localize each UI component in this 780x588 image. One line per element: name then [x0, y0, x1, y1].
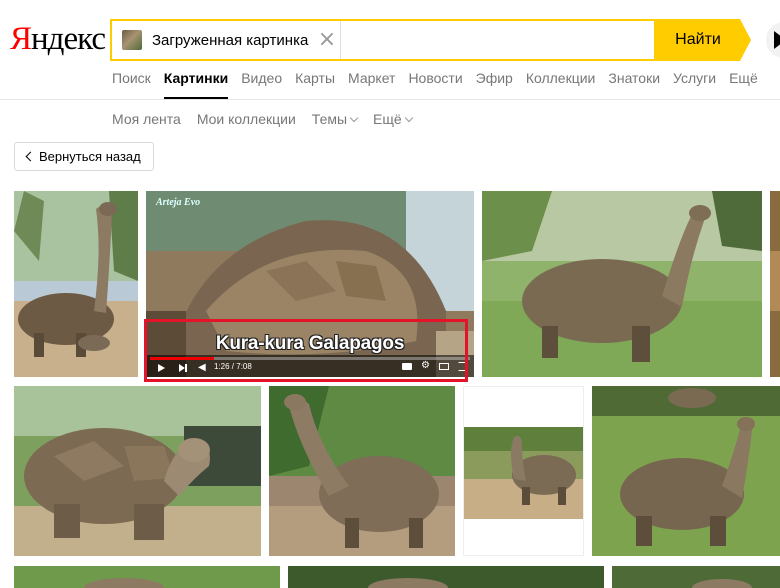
service-tabs: Поиск Картинки Видео Карты Маркет Новост… [112, 67, 771, 99]
image-result-3[interactable] [482, 191, 762, 377]
tab-experts[interactable]: Знатоки [608, 67, 660, 99]
tab-images[interactable]: Картинки [163, 67, 229, 99]
topics-dropdown[interactable]: Темы [311, 110, 359, 128]
tab-collections[interactable]: Коллекции [526, 67, 596, 99]
tab-services[interactable]: Услуги [673, 67, 716, 99]
tortoise-photo [612, 566, 780, 588]
tab-efir[interactable]: Эфир [476, 67, 513, 99]
play-arrow-icon [774, 31, 780, 49]
image-result-1[interactable] [14, 191, 138, 377]
image-result-7[interactable] [463, 386, 584, 556]
tortoise-photo [269, 386, 455, 556]
tortoise-photo [770, 191, 780, 377]
my-collections-link[interactable]: Мои коллекции [197, 110, 296, 128]
tab-more[interactable]: Ещё [729, 67, 758, 99]
my-feed-link[interactable]: Моя лента [112, 110, 181, 128]
search-input[interactable] [342, 21, 652, 59]
tab-video[interactable]: Видео [241, 67, 282, 99]
image-result-5[interactable] [14, 386, 261, 556]
image-result-11[interactable] [612, 566, 780, 588]
image-result-9[interactable] [14, 566, 280, 588]
chip-divider [340, 21, 341, 59]
video-watermark: Arteja Evo [156, 197, 201, 208]
tab-market[interactable]: Маркет [348, 67, 395, 99]
user-avatar-button[interactable] [766, 22, 780, 58]
more-dropdown[interactable]: Ещё [373, 110, 413, 128]
yandex-logo[interactable]: Яндекс [10, 20, 106, 58]
tab-news[interactable]: Новости [408, 67, 462, 99]
images-subnav: Моя лента Мои коллекции Темы Ещё [112, 110, 428, 128]
chevron-down-icon [349, 113, 359, 123]
tab-search[interactable]: Поиск [112, 67, 151, 99]
tab-maps[interactable]: Карты [295, 67, 335, 99]
close-icon[interactable]: × [316, 29, 338, 51]
back-button-label: Вернуться назад [39, 149, 141, 164]
tortoise-photo [592, 386, 780, 556]
tortoise-photo [464, 387, 583, 555]
image-result-8[interactable] [592, 386, 780, 556]
logo-first-letter: Я [10, 21, 32, 57]
image-result-10[interactable] [288, 566, 604, 588]
uploaded-image-chip[interactable]: Загруженная картинка × [116, 26, 340, 54]
topics-label: Темы [311, 111, 348, 127]
tortoise-photo [482, 191, 762, 377]
tortoise-photo [14, 191, 138, 377]
more-label: Ещё [373, 111, 402, 127]
image-result-4-partial[interactable] [770, 191, 780, 377]
back-button[interactable]: Вернуться назад [14, 142, 154, 171]
tortoise-photo [288, 566, 604, 588]
tortoise-photo [14, 566, 280, 588]
uploaded-image-thumbnail [122, 30, 142, 50]
chevron-down-icon [404, 113, 413, 123]
highlight-box [144, 319, 468, 382]
chevron-left-icon [25, 151, 36, 162]
image-result-6[interactable] [269, 386, 455, 556]
search-field: Загруженная картинка × [110, 19, 656, 61]
logo-rest: ндекс [31, 21, 106, 57]
uploaded-image-label: Загруженная картинка [152, 31, 309, 49]
find-button[interactable]: Найти [656, 19, 751, 61]
tortoise-photo [14, 386, 261, 556]
search-box: Загруженная картинка × Найти [110, 19, 751, 61]
header: Яндекс Загруженная картинка × Найти Поис… [0, 0, 780, 100]
